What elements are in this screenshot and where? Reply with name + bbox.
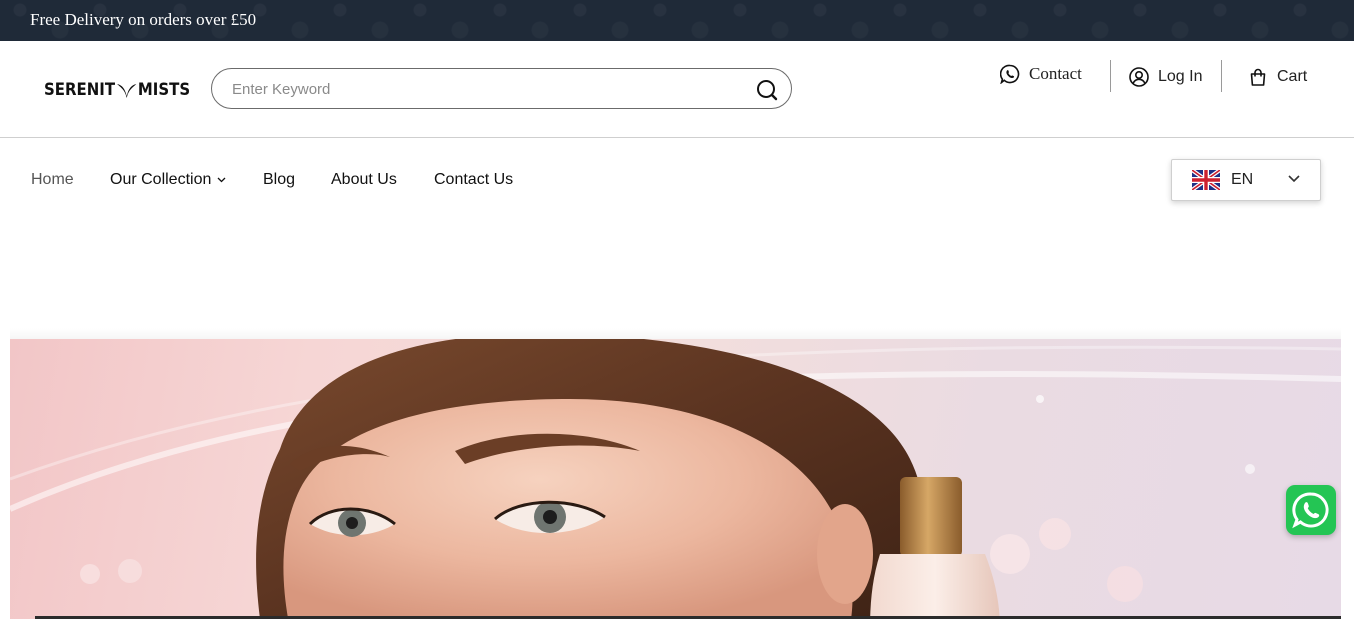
site-logo[interactable]: SERENIT MISTS (44, 78, 190, 102)
nav-item-our-collection[interactable]: Our Collection (110, 171, 226, 189)
login-link[interactable]: Log In (1129, 67, 1202, 87)
whatsapp-icon (1000, 64, 1020, 84)
contact-link[interactable]: Contact (1000, 64, 1082, 84)
cart-link[interactable]: Cart (1248, 67, 1307, 87)
chevron-down-icon (1288, 175, 1300, 183)
login-label: Log In (1158, 68, 1203, 85)
whatsapp-icon (1292, 492, 1329, 529)
utility-divider (1221, 60, 1222, 92)
hero-banner[interactable] (10, 339, 1341, 619)
uk-flag-icon (1192, 170, 1220, 190)
logo-text-right: MISTS (137, 80, 191, 100)
language-selector[interactable]: EN (1171, 159, 1321, 201)
announcement-bar: Free Delivery on orders over £50 (0, 0, 1354, 41)
shopping-bag-icon (1250, 68, 1266, 86)
logo-text-left: SERENIT (44, 80, 116, 100)
search-bar (211, 68, 792, 109)
nav-item-contact-us[interactable]: Contact Us (434, 171, 513, 189)
whatsapp-chat-button[interactable] (1286, 485, 1336, 535)
cart-label: Cart (1277, 68, 1308, 85)
main-nav: Home Our Collection Blog About Us Contac… (0, 138, 1354, 222)
search-icon[interactable] (755, 78, 779, 102)
nav-item-home[interactable]: Home (31, 171, 74, 189)
site-header: SERENIT MISTS Contact Log In (0, 41, 1354, 138)
language-code: EN (1231, 171, 1254, 188)
logo-bird-icon (116, 84, 137, 98)
nav-item-label: Our Collection (110, 171, 212, 188)
search-input[interactable] (232, 78, 732, 100)
hero-image (10, 339, 1341, 619)
chevron-down-icon (217, 177, 226, 183)
nav-item-blog[interactable]: Blog (263, 171, 295, 189)
user-circle-icon (1129, 67, 1149, 87)
announcement-text: Free Delivery on orders over £50 (30, 10, 257, 29)
contact-label: Contact (1029, 64, 1082, 83)
nav-item-about-us[interactable]: About Us (331, 171, 397, 189)
utility-divider (1110, 60, 1111, 92)
